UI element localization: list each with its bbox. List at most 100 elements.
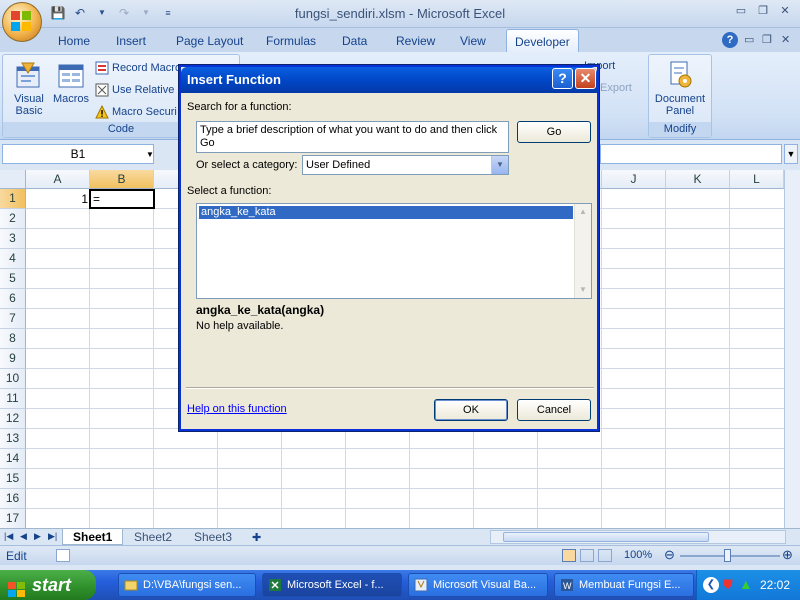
zoom-in-icon[interactable]: ⊕ [782, 547, 793, 563]
sheet-tab-sheet1[interactable]: Sheet1 [62, 529, 124, 545]
insert-sheet-icon[interactable]: ✚ [252, 531, 261, 544]
name-box[interactable]: B1 [2, 144, 154, 164]
start-button[interactable]: start [0, 570, 96, 600]
tab-page-layout[interactable]: Page Layout [168, 32, 251, 50]
row-header-13[interactable]: 13 [0, 429, 26, 449]
visual-basic-button[interactable]: Visual Basic [9, 59, 49, 117]
last-sheet-icon[interactable]: ▶| [48, 531, 57, 542]
restore-button[interactable]: ❐ [754, 4, 772, 17]
help-icon[interactable]: ? [722, 32, 738, 48]
row-header-4[interactable]: 4 [0, 249, 26, 269]
zoom-out-icon[interactable]: ⊖ [664, 547, 675, 563]
search-label: Search for a function: [187, 101, 292, 113]
name-box-dropdown-icon[interactable]: ▼ [146, 150, 154, 159]
search-function-input[interactable]: Type a brief description of what you wan… [196, 121, 509, 153]
ribbon-restore-icon[interactable]: ❐ [762, 33, 772, 46]
row-header-2[interactable]: 2 [0, 209, 26, 229]
column-header-j[interactable]: J [602, 170, 666, 189]
ok-button[interactable]: OK [434, 399, 508, 421]
use-relative-references-button[interactable]: Use Relative [95, 83, 174, 97]
page-break-view-icon[interactable] [598, 549, 612, 562]
taskbar: start D:\VBA\fungsi sen... Microsoft Exc… [0, 570, 800, 600]
task-explorer[interactable]: D:\VBA\fungsi sen... [118, 573, 256, 597]
formula-input[interactable] [600, 144, 782, 164]
close-button[interactable]: ✕ [776, 4, 794, 17]
cell-b1[interactable]: = [89, 189, 155, 209]
office-button[interactable] [2, 2, 42, 42]
row-header-8[interactable]: 8 [0, 329, 26, 349]
start-label: start [32, 575, 72, 595]
column-header-a[interactable]: A [26, 170, 90, 189]
tray-expand-icon[interactable]: ❮ [703, 577, 719, 593]
macro-recording-icon[interactable] [56, 549, 70, 562]
row-header-11[interactable]: 11 [0, 389, 26, 409]
row-header-1[interactable]: 1 [0, 189, 26, 209]
export-button[interactable]: Export [600, 82, 632, 94]
scroll-down-icon[interactable]: ▼ [575, 282, 591, 298]
row-header-6[interactable]: 6 [0, 289, 26, 309]
row-header-16[interactable]: 16 [0, 489, 26, 509]
row-header-7[interactable]: 7 [0, 309, 26, 329]
column-header-k[interactable]: K [666, 170, 730, 189]
tab-insert[interactable]: Insert [108, 32, 154, 50]
scroll-up-icon[interactable]: ▲ [575, 204, 591, 220]
cell-a1[interactable]: 1 [26, 189, 90, 209]
help-on-function-link[interactable]: Help on this function [187, 403, 287, 415]
tab-view[interactable]: View [452, 32, 494, 50]
tab-formulas[interactable]: Formulas [258, 32, 324, 50]
column-header-l[interactable]: L [730, 170, 784, 189]
macro-security-button[interactable]: Macro Securi [95, 104, 177, 119]
minimize-button[interactable]: ▭ [732, 4, 750, 17]
ribbon-close-icon[interactable]: ✕ [781, 33, 790, 46]
row-header-9[interactable]: 9 [0, 349, 26, 369]
dialog-close-button[interactable]: ✕ [575, 68, 596, 89]
zoom-level[interactable]: 100% [624, 549, 652, 561]
tab-data[interactable]: Data [334, 32, 375, 50]
tab-developer[interactable]: Developer [506, 29, 579, 52]
first-sheet-icon[interactable]: |◀ [4, 531, 13, 542]
macros-button[interactable]: Macros [51, 59, 91, 105]
zoom-slider-knob[interactable] [724, 549, 731, 562]
sheet-tab-sheet3[interactable]: Sheet3 [184, 529, 242, 545]
antivirus-icon[interactable]: ▲ [739, 576, 753, 592]
tab-home[interactable]: Home [50, 32, 98, 50]
macros-label: Macros [52, 93, 90, 105]
tab-review[interactable]: Review [388, 32, 443, 50]
horizontal-scrollbar[interactable] [490, 530, 786, 544]
select-function-label: Select a function: [187, 185, 272, 197]
row-header-17[interactable]: 17 [0, 509, 26, 529]
list-item[interactable]: angka_ke_kata [199, 206, 573, 219]
row-header-5[interactable]: 5 [0, 269, 26, 289]
go-button[interactable]: Go [517, 121, 591, 143]
row-header-10[interactable]: 10 [0, 369, 26, 389]
next-sheet-icon[interactable]: ▶ [34, 531, 41, 542]
list-scrollbar[interactable]: ▲ ▼ [574, 204, 591, 298]
chevron-down-icon[interactable]: ▼ [491, 156, 508, 174]
task-excel[interactable]: Microsoft Excel - f... [262, 573, 402, 597]
row-header-15[interactable]: 15 [0, 469, 26, 489]
row-header-12[interactable]: 12 [0, 409, 26, 429]
select-all-corner[interactable] [0, 170, 26, 189]
cancel-button[interactable]: Cancel [517, 399, 591, 421]
record-macro-button[interactable]: Record Macro [95, 61, 181, 75]
document-panel-button[interactable]: Document Panel [651, 59, 709, 117]
column-header-b[interactable]: B [90, 170, 154, 189]
prev-sheet-icon[interactable]: ◀ [20, 531, 27, 542]
scroll-thumb[interactable] [503, 532, 709, 542]
expand-formula-bar-icon[interactable]: ▼ [784, 144, 798, 164]
ribbon-minimize-icon[interactable]: ▭ [744, 33, 754, 46]
sheet-tab-sheet2[interactable]: Sheet2 [124, 529, 182, 545]
category-select[interactable]: User Defined ▼ [302, 155, 509, 175]
security-shield-icon[interactable]: ⛊ [723, 577, 733, 593]
normal-view-icon[interactable] [562, 549, 576, 562]
dialog-help-button[interactable]: ? [552, 68, 573, 89]
task-vba-editor[interactable]: Microsoft Visual Ba... [408, 573, 548, 597]
row-header-14[interactable]: 14 [0, 449, 26, 469]
dialog-title: Insert Function [181, 67, 597, 93]
function-list[interactable]: angka_ke_kata ▲ ▼ [196, 203, 592, 299]
task-label: Microsoft Visual Ba... [433, 579, 537, 591]
vertical-scrollbar[interactable] [784, 170, 800, 528]
row-header-3[interactable]: 3 [0, 229, 26, 249]
task-word[interactable]: W Membuat Fungsi E... [554, 573, 694, 597]
page-layout-view-icon[interactable] [580, 549, 594, 562]
